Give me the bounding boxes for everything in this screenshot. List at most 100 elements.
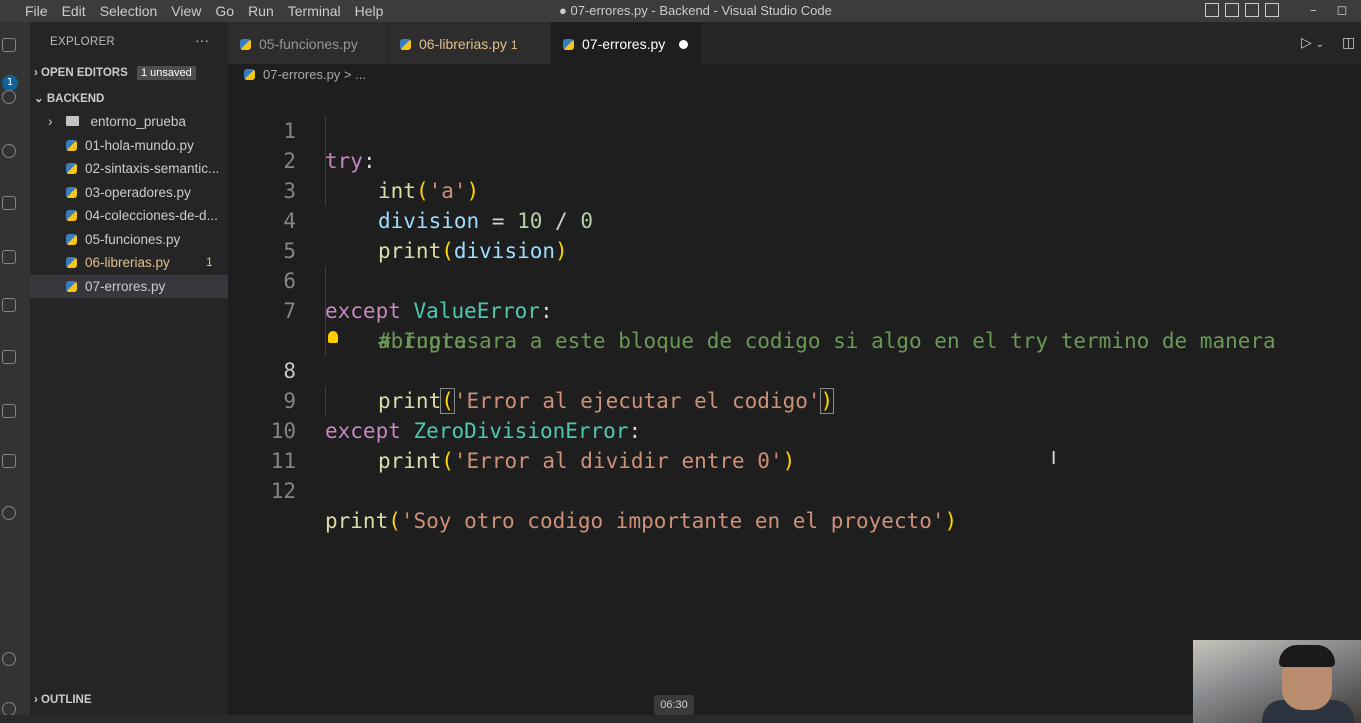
code-text: print('Soy otro codigo importante en el …	[325, 509, 958, 533]
code-editor[interactable]: 1 try: 2 int('a') 3 division = 10 / 0 4 …	[228, 86, 1361, 723]
tab-label: 07-errores.py	[582, 36, 666, 52]
unsaved-badge: 1 unsaved	[136, 66, 196, 80]
window-title: ● 07-errores.py - Backend - Visual Studi…	[559, 3, 832, 18]
code-line: 3 division = 10 / 0	[228, 146, 593, 233]
tree-item-label: entorno_prueba	[90, 114, 186, 129]
tree-file-07-errores[interactable]: 07-errores.py	[30, 275, 228, 298]
tree-folder-entorno-prueba[interactable]: › entorno_prueba	[30, 110, 228, 133]
more-actions-button[interactable]: ···	[195, 32, 209, 48]
toggle-sidebar-icon[interactable]	[1205, 3, 1219, 17]
menu-view[interactable]: View	[164, 0, 208, 22]
python-file-icon	[66, 163, 77, 174]
live-share-icon[interactable]	[2, 506, 16, 520]
chevron-down-icon[interactable]: ⌄	[1316, 39, 1324, 50]
tree-file-01-hola-mundo[interactable]: 01-hola-mundo.py	[30, 134, 228, 157]
tab-06-librerias[interactable]: 06-librerias.py 1	[388, 22, 550, 64]
menu-file[interactable]: File	[18, 0, 55, 22]
tree-file-04-colecciones[interactable]: 04-colecciones-de-d...	[30, 204, 228, 227]
explorer-sidebar: EXPLORER ··· › OPEN EDITORS 1 unsaved ⌄ …	[30, 22, 228, 723]
source-control-icon[interactable]	[2, 144, 16, 158]
menu-go[interactable]: Go	[208, 0, 241, 22]
customize-layout-icon[interactable]	[1265, 3, 1279, 17]
line-number: 12	[270, 479, 296, 503]
run-icon[interactable]: ▷	[1301, 34, 1312, 50]
code-line: 11	[228, 416, 296, 473]
activity-bar: 1	[0, 22, 30, 723]
minimize-button[interactable]: –	[1310, 0, 1317, 22]
tab-05-funciones[interactable]: 05-funciones.py	[228, 22, 387, 64]
menu-run[interactable]: Run	[241, 0, 281, 22]
code-text: print('Error al ejecutar el codigo')	[378, 388, 835, 414]
code-line: 10 print('Error al dividir entre 0')	[228, 386, 796, 473]
code-text: int('a')	[378, 179, 480, 203]
code-line: 6 except ValueError:	[228, 236, 552, 323]
python-file-icon	[400, 39, 411, 50]
menu-terminal[interactable]: Terminal	[281, 0, 348, 22]
menu-selection[interactable]: Selection	[93, 0, 165, 22]
outline-section[interactable]: › OUTLINE	[34, 694, 92, 706]
code-line: 7 # Ingresara a este bloque de codigo si…	[228, 266, 1275, 353]
maximize-button[interactable]: ◻	[1337, 0, 1348, 22]
python-file-icon	[66, 234, 77, 245]
chevron-right-icon: ›	[34, 67, 38, 79]
tab-07-errores[interactable]: 07-errores.py	[551, 22, 701, 64]
indent-guide	[325, 386, 326, 416]
code-line-current: 8 print('Error al ejecutar el codigo')	[228, 326, 835, 414]
lightbulb-icon[interactable]	[328, 331, 338, 343]
tree-file-02-sintaxis[interactable]: 02-sintaxis-semantic...	[30, 157, 228, 180]
tree-item-label: 04-colecciones-de-d...	[85, 208, 218, 223]
search-icon[interactable]	[2, 90, 16, 104]
code-text: except ZeroDivisionError:	[325, 419, 642, 443]
code-comment: # Ingresara a este bloque de codigo si a…	[378, 329, 1276, 353]
remote-explorer-icon[interactable]	[2, 250, 16, 264]
database-icon[interactable]	[2, 454, 16, 468]
split-editor-icon[interactable]: ◫	[1342, 34, 1355, 50]
open-editors-label: OPEN EDITORS	[41, 67, 128, 79]
tree-item-label: 02-sintaxis-semantic...	[85, 161, 220, 176]
tree-item-label: 07-errores.py	[85, 279, 166, 294]
code-line: 5	[228, 206, 296, 263]
outline-label: OUTLINE	[41, 694, 92, 706]
tree-file-03-operadores[interactable]: 03-operadores.py	[30, 181, 228, 204]
python-file-icon	[66, 140, 77, 151]
layout-controls	[1205, 3, 1279, 17]
backend-folder-section[interactable]: ⌄ BACKEND	[34, 91, 104, 105]
code-line: 2 int('a')	[228, 116, 479, 203]
code-line-wrapped: abrupta	[228, 296, 467, 353]
code-line: 1 try:	[228, 86, 375, 173]
menu-edit[interactable]: Edit	[55, 0, 93, 22]
tree-item-label: 01-hola-mundo.py	[85, 138, 194, 153]
code-line: 12 print('Soy otro codigo importante en …	[228, 446, 957, 533]
breadcrumb-path: 07-errores.py > ...	[263, 67, 366, 82]
chevron-right-icon: ›	[34, 694, 38, 706]
tab-label: 06-librerias.py	[419, 36, 507, 52]
tree-file-06-librerias[interactable]: 06-librerias.py 1	[30, 251, 228, 274]
code-text: except ValueError:	[325, 299, 553, 323]
python-file-icon	[66, 210, 77, 221]
code-text: print('Error al dividir entre 0')	[378, 449, 796, 473]
run-debug-icon[interactable]	[2, 196, 16, 210]
testing-icon[interactable]	[2, 350, 16, 364]
toggle-secondary-sidebar-icon[interactable]	[1245, 3, 1259, 17]
code-text: division = 10 / 0	[378, 209, 593, 233]
settings-gear-icon[interactable]	[2, 702, 16, 716]
explorer-title: EXPLORER	[50, 36, 116, 48]
docker-icon[interactable]	[2, 404, 16, 418]
breadcrumb[interactable]: 07-errores.py > ...	[244, 66, 366, 84]
menu-bar: File Edit Selection View Go Run Terminal…	[18, 0, 390, 22]
extensions-icon[interactable]	[2, 298, 16, 312]
toggle-panel-icon[interactable]	[1225, 3, 1239, 17]
webcam-person-hair	[1279, 645, 1335, 667]
python-file-icon	[563, 39, 574, 50]
unsaved-dot-icon[interactable]	[679, 40, 689, 49]
python-file-icon	[240, 39, 251, 50]
explorer-icon[interactable]	[2, 38, 16, 52]
chevron-down-icon: ⌄	[34, 93, 44, 105]
account-icon[interactable]	[2, 652, 16, 666]
tree-file-05-funciones[interactable]: 05-funciones.py	[30, 228, 228, 251]
chevron-right-icon: ›	[48, 114, 53, 129]
menu-help[interactable]: Help	[348, 0, 391, 22]
explorer-badge: 1	[2, 75, 18, 91]
code-line: 9 except ZeroDivisionError:	[228, 356, 641, 443]
open-editors-section[interactable]: › OPEN EDITORS 1 unsaved	[34, 66, 196, 80]
